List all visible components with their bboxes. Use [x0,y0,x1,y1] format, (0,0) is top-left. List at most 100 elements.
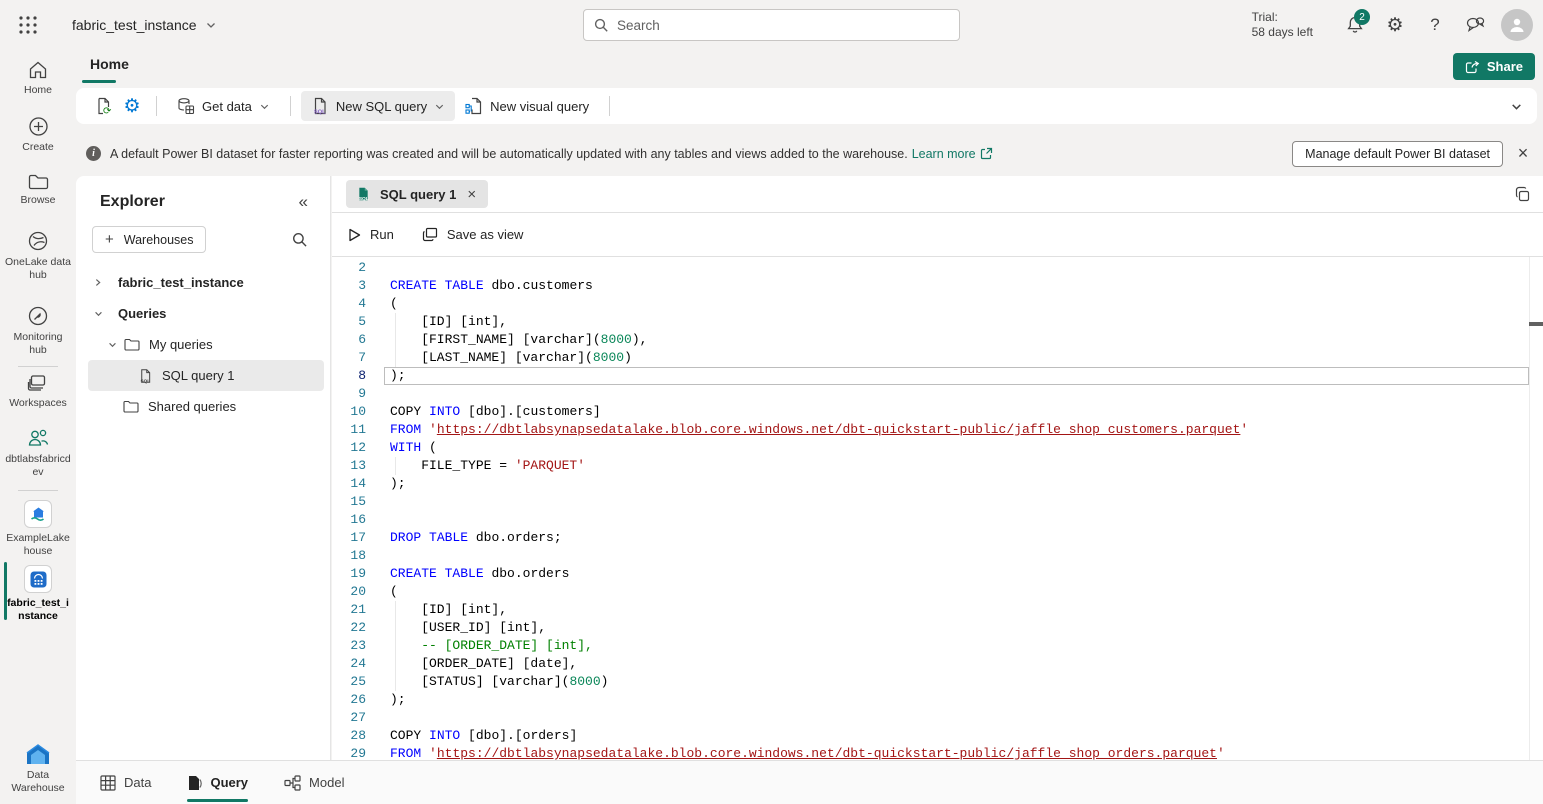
editor-tab-sql-query-1[interactable]: SQL SQL query 1 × [346,180,488,208]
line-content: ( [366,583,398,601]
line-number: 12 [332,439,366,457]
code-line[interactable]: 7 [LAST_NAME] [varchar](8000) [332,349,1543,367]
code-line[interactable]: 10COPY INTO [dbo].[customers] [332,403,1543,421]
tab-close-icon[interactable]: × [465,186,478,203]
help-button[interactable]: ? [1415,5,1455,45]
code-line[interactable]: 13 FILE_TYPE = 'PARQUET' [332,457,1543,475]
collapse-panel-icon[interactable]: « [299,192,308,212]
copy-icon[interactable] [1514,186,1531,203]
rail-item-home[interactable]: Home [0,60,76,97]
code-line[interactable]: 9 [332,385,1543,403]
manage-dataset-button[interactable]: Manage default Power BI dataset [1292,141,1503,167]
code-line[interactable]: 18 [332,547,1543,565]
view-tab-data[interactable]: Data [100,761,151,804]
feedback-button[interactable] [1455,5,1495,45]
feedback-icon [1464,16,1486,34]
chevron-down-icon [1510,100,1523,113]
code-line[interactable]: 6 [FIRST_NAME] [varchar](8000), [332,331,1543,349]
code-line[interactable]: 19CREATE TABLE dbo.orders [332,565,1543,583]
rail-item-workspace-dbtlabsfabricdev[interactable]: dbtlabsfabricdev [0,428,76,479]
code-line[interactable]: 28COPY INTO [dbo].[orders] [332,727,1543,745]
person-icon [1508,16,1526,34]
editor-toolbar: Run Save as view [332,213,1543,257]
learn-more-link[interactable]: Learn more [912,147,976,161]
line-content: [ID] [int], [366,601,507,619]
line-content [366,709,390,727]
tree-item-warehouse-root[interactable]: fabric_test_instance [76,267,330,298]
account-avatar[interactable] [1501,9,1533,41]
rail-item-onelake-data-hub[interactable]: OneLake data hub [0,230,76,282]
rail-item-monitoring-hub[interactable]: Monitoring hub [0,305,76,357]
code-line[interactable]: 22 [USER_ID] [int], [332,619,1543,637]
code-line[interactable]: 16 [332,511,1543,529]
code-line[interactable]: 4( [332,295,1543,313]
line-number: 3 [332,277,366,295]
tree-item-sql-query-1[interactable]: SQL SQL query 1 [88,360,324,391]
code-line[interactable]: 20( [332,583,1543,601]
code-line[interactable]: 21 [ID] [int], [332,601,1543,619]
code-line[interactable]: 27 [332,709,1543,727]
code-line[interactable]: 8); [332,367,1543,385]
ribbon-collapse-button[interactable] [1510,100,1523,113]
header-row: Home Share [76,50,1543,84]
share-button[interactable]: Share [1453,53,1535,80]
sql-editor: SQL SQL query 1 × Run [332,176,1543,760]
code-line[interactable]: 24 [ORDER_DATE] [date], [332,655,1543,673]
settings-button[interactable]: ⚙ [1375,5,1415,45]
editor-scrollbar[interactable] [1529,257,1543,760]
new-warehouse-button[interactable]: + Warehouses [92,226,206,253]
code-line[interactable]: 3CREATE TABLE dbo.customers [332,277,1543,295]
line-number: 23 [332,637,366,655]
tree-item-queries[interactable]: Queries [76,298,330,329]
code-line[interactable]: 26); [332,691,1543,709]
code-line[interactable]: 23 -- [ORDER_DATE] [int], [332,637,1543,655]
save-as-view-button[interactable]: Save as view [422,227,524,242]
code-area[interactable]: 23CREATE TABLE dbo.customers4(5 [ID] [in… [332,257,1543,760]
rail-item-data-warehouse[interactable]: Data Warehouse [0,744,76,795]
fabric-app: fabric_test_instance Trial: 58 days left… [0,0,1543,804]
rail-item-fabric-test-instance[interactable]: fabric_test_instance [0,565,76,623]
get-data-button[interactable]: Get data [167,91,280,121]
tab-home[interactable]: Home [84,54,135,80]
rail-item-examplelakehouse[interactable]: ExampleLakehouse [0,500,76,558]
explorer-tree: fabric_test_instance Queries My queries [76,267,330,422]
line-number: 29 [332,745,366,760]
svg-text:⟳: ⟳ [103,106,112,115]
code-line[interactable]: 12WITH ( [332,439,1543,457]
run-button[interactable]: Run [348,227,394,242]
global-search[interactable] [583,9,960,41]
code-line[interactable]: 15 [332,493,1543,511]
workspace-switcher[interactable]: fabric_test_instance [72,17,217,33]
explorer-search-icon[interactable] [292,232,308,248]
line-content: [ID] [int], [366,313,507,331]
code-line[interactable]: 25 [STATUS] [varchar](8000) [332,673,1543,691]
new-visual-query-button[interactable]: New visual query [455,91,599,121]
share-icon [1465,60,1480,74]
source-settings-button[interactable]: ⚙ [118,92,146,120]
line-number: 5 [332,313,366,331]
tree-item-my-queries[interactable]: My queries [76,329,330,360]
code-line[interactable]: 2 [332,259,1543,277]
search-input[interactable] [617,18,949,33]
code-line[interactable]: 11FROM 'https://dbtlabsynapsedatalake.bl… [332,421,1543,439]
code-line[interactable]: 17DROP TABLE dbo.orders; [332,529,1543,547]
notifications-button[interactable]: 2 [1335,5,1375,45]
code-line[interactable]: 29FROM 'https://dbtlabsynapsedatalake.bl… [332,745,1543,760]
banner-message: A default Power BI dataset for faster re… [110,147,908,161]
view-tab-query[interactable]: Query [187,761,248,804]
code-line[interactable]: 5 [ID] [int], [332,313,1543,331]
rail-item-browse[interactable]: Browse [0,173,76,207]
workspaces-icon [27,374,49,393]
code-line[interactable]: 14); [332,475,1543,493]
refresh-button[interactable]: ⟳ [90,92,118,120]
app-launcher-waffle-icon[interactable] [6,0,50,50]
view-tab-model[interactable]: Model [284,761,344,804]
rail-item-create[interactable]: Create [0,116,76,154]
toolbar-divider [609,96,610,116]
new-sql-query-button[interactable]: SQL New SQL query [301,91,455,121]
rail-item-workspaces[interactable]: Workspaces [0,374,76,410]
tree-item-shared-queries[interactable]: Shared queries [76,391,330,422]
banner-close-icon[interactable]: × [1511,143,1535,164]
line-content: [LAST_NAME] [varchar](8000) [366,349,632,367]
line-number: 20 [332,583,366,601]
